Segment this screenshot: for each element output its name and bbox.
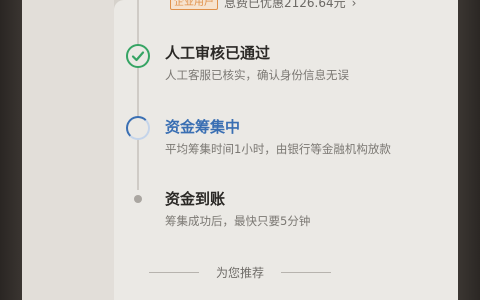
check-circle-icon [126, 44, 150, 68]
recommend-label: 为您推荐 [215, 266, 264, 280]
step-title: 资金筹集中 [165, 118, 241, 136]
divider-line-right [281, 272, 332, 273]
enterprise-badge: 企业用户 [170, 0, 218, 10]
divider-line-left [148, 272, 199, 273]
device-bezel-right [458, 0, 480, 300]
step-review-approved: 人工审核已通过 人工客服已核实，确认身份信息无误 [165, 44, 349, 82]
recommend-divider: 为您推荐 [0, 262, 480, 281]
chevron-right-icon: › [351, 0, 357, 10]
discount-text: 息费已优惠2126.64元 [224, 0, 346, 10]
progress-ring-icon [126, 116, 150, 140]
step-subtitle: 人工客服已核实，确认身份信息无误 [165, 68, 349, 82]
step-fund-raising: 资金筹集中 平均筹集时间1小时，由银行等金融机构放款 [165, 118, 391, 156]
device-bezel-left [0, 0, 22, 300]
step-title: 资金到账 [165, 190, 226, 208]
step-subtitle: 平均筹集时间1小时，由银行等金融机构放款 [165, 142, 391, 156]
step-funds-arrived: 资金到账 筹集成功后，最快只要5分钟 [165, 190, 310, 228]
discount-row[interactable]: 企业用户 息费已优惠2126.64元 › [170, 0, 356, 11]
pending-dot-icon [134, 195, 142, 203]
left-panel [22, 0, 114, 300]
step-subtitle: 筹集成功后，最快只要5分钟 [165, 214, 311, 228]
step-title: 人工审核已通过 [165, 44, 271, 62]
timeline-line [137, 0, 139, 190]
